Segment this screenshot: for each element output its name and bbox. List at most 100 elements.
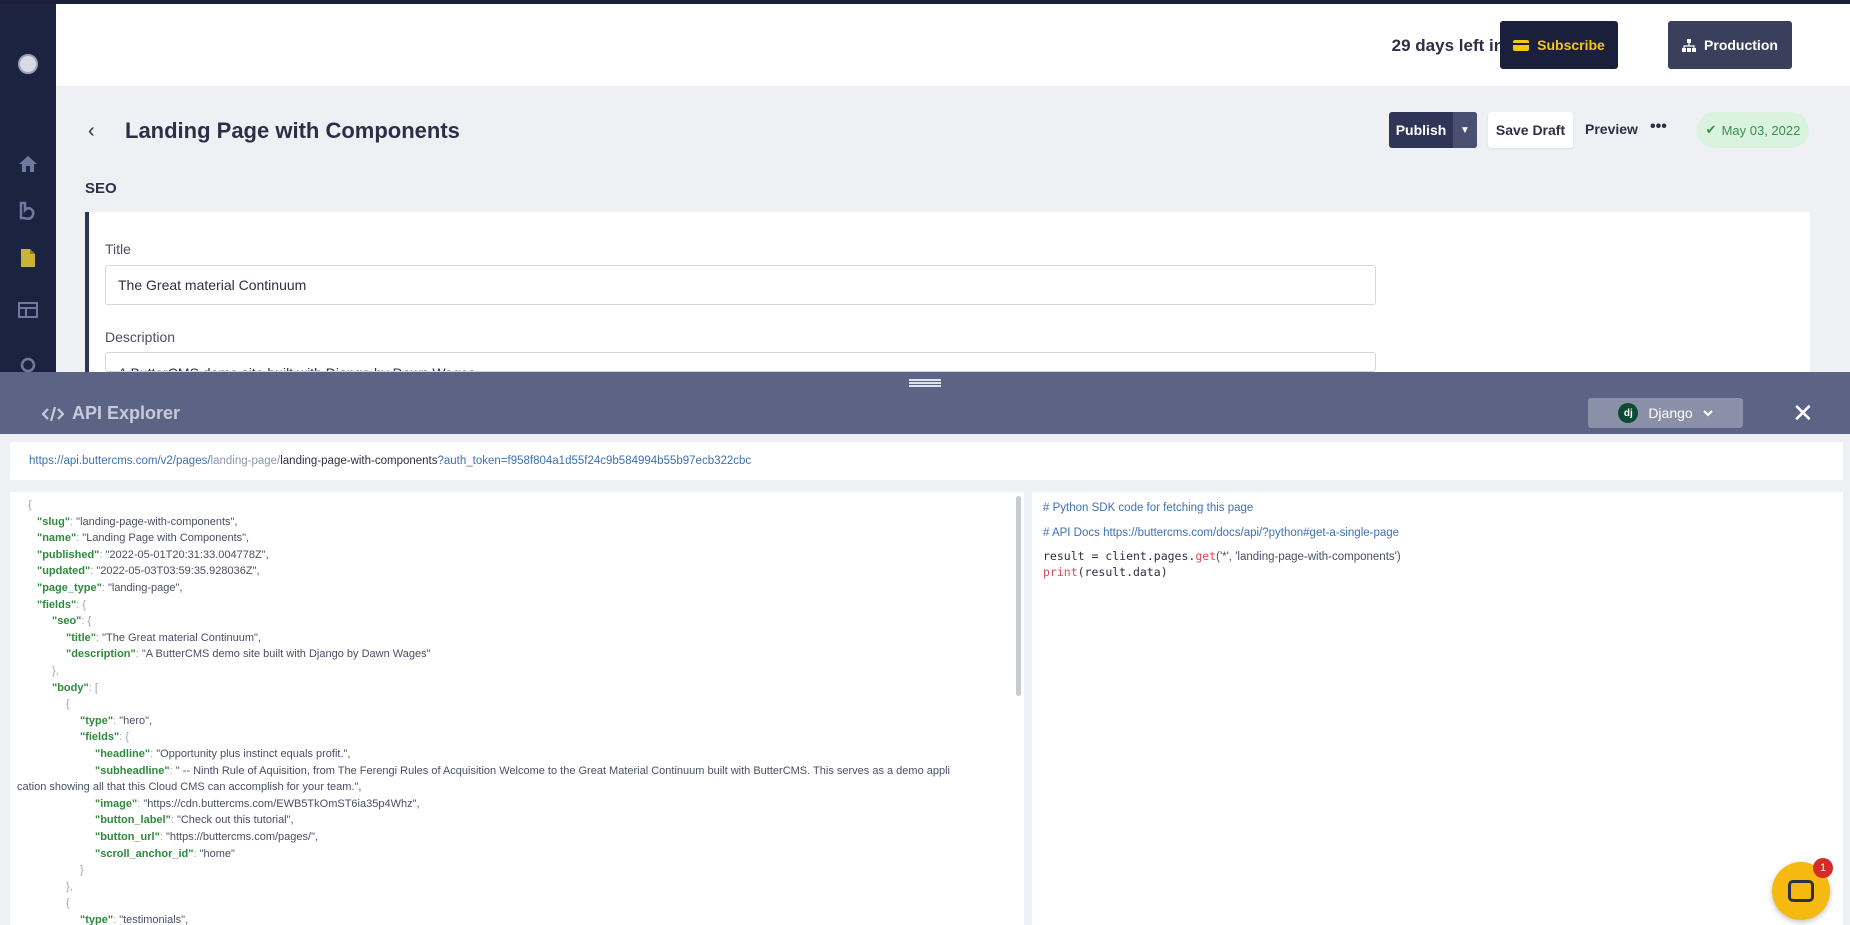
json-value: "2022-05-01T20:31:33.004778Z", bbox=[105, 548, 269, 561]
subscribe-label: Subscribe bbox=[1537, 37, 1605, 53]
close-icon[interactable]: ✕ bbox=[1792, 400, 1814, 426]
json-value: " -- Ninth Rule of Aquisition, from The … bbox=[175, 764, 950, 777]
code-line: print(result.data) bbox=[1043, 565, 1168, 579]
drag-grip-icon bbox=[909, 379, 941, 387]
json-key: "page_type" bbox=[37, 582, 102, 594]
url-query: ?auth_token=f958f804a1d55f24c9b584994b55… bbox=[437, 455, 752, 467]
save-draft-button[interactable]: Save Draft bbox=[1488, 112, 1573, 148]
django-logo-icon: dj bbox=[1618, 403, 1639, 423]
json-value: "https://buttercms.com/pages/", bbox=[165, 831, 319, 843]
title-field[interactable]: The Great material Continuum bbox=[105, 265, 1376, 305]
json-key: "fields" bbox=[37, 598, 77, 611]
api-url[interactable]: https://api.buttercms.com/v2/pages/ land… bbox=[10, 442, 1843, 480]
api-explorer-title-text: API Explorer bbox=[72, 403, 181, 423]
publish-button[interactable]: Publish ▼ bbox=[1389, 112, 1477, 148]
json-line: "image": "https://cdn.buttercms.com/EWB5… bbox=[95, 798, 420, 810]
json-value: "testimonials", bbox=[119, 914, 189, 925]
json-line: "body": [ bbox=[52, 682, 98, 694]
json-line: "subheadline": " -- Ninth Rule of Aquisi… bbox=[95, 765, 950, 777]
json-line: "button_url": "https://buttercms.com/pag… bbox=[95, 831, 318, 843]
api-explorer-header: API Explorer dj Django ✕ bbox=[0, 394, 1850, 434]
json-line: "fields": { bbox=[37, 599, 86, 611]
checkmark-icon: ✔ bbox=[1705, 122, 1717, 137]
json-key: "updated" bbox=[37, 565, 91, 578]
json-value: { bbox=[66, 897, 70, 910]
title-field-label: Title bbox=[105, 241, 131, 257]
top-header: 29 days left in trial Subscribe Producti… bbox=[56, 4, 1850, 86]
json-line: { bbox=[28, 499, 32, 511]
more-options-icon[interactable]: ••• bbox=[1650, 118, 1667, 136]
json-line: "page_type": "landing-page", bbox=[37, 582, 182, 594]
json-key: "fields" bbox=[80, 731, 120, 744]
url-base: https://api.buttercms.com/v2/pages/ bbox=[29, 455, 211, 467]
seo-card: Title The Great material Continuum Descr… bbox=[85, 212, 1810, 372]
chevron-down-icon[interactable]: ▼ bbox=[1453, 112, 1477, 148]
json-value: "hero", bbox=[119, 714, 153, 727]
json-value: "landing-page", bbox=[107, 582, 183, 594]
status-badge: ✔ May 03, 2022 bbox=[1697, 112, 1809, 148]
json-line: { bbox=[66, 698, 70, 710]
scrollbar[interactable] bbox=[1016, 496, 1021, 696]
json-key: "title" bbox=[66, 631, 96, 644]
json-line: { bbox=[66, 897, 70, 909]
code-function: print bbox=[1043, 565, 1078, 579]
json-value: "https://cdn.buttercms.com/EWB5TkOmST6ia… bbox=[143, 797, 420, 810]
chevron-down-icon bbox=[1702, 409, 1713, 416]
json-line: "headline": "Opportunity plus instinct e… bbox=[95, 748, 350, 760]
json-key: "scroll_anchor_id" bbox=[95, 847, 194, 860]
production-environment-button[interactable]: Production bbox=[1668, 21, 1792, 69]
code-snippet-pane[interactable]: # Python SDK code for fetching this page… bbox=[1032, 492, 1843, 925]
code-function: get bbox=[1195, 549, 1217, 563]
json-value: "A ButterCMS demo site built with Django… bbox=[141, 648, 431, 661]
back-icon[interactable]: ‹ bbox=[88, 120, 95, 143]
json-line: "seo": { bbox=[52, 615, 91, 627]
json-value: { bbox=[125, 731, 129, 744]
json-line: "name": "Landing Page with Components", bbox=[37, 532, 249, 544]
preview-button[interactable]: Preview bbox=[1585, 121, 1638, 137]
collections-icon[interactable] bbox=[16, 298, 40, 322]
json-value: "Check out this tutorial", bbox=[176, 814, 294, 827]
code-comment-docs[interactable]: # API Docs https://buttercms.com/docs/ap… bbox=[1043, 527, 1399, 539]
framework-label: Django bbox=[1648, 405, 1693, 421]
json-value: "Landing Page with Components", bbox=[82, 532, 250, 545]
description-field-label: Description bbox=[105, 329, 176, 345]
description-field[interactable]: A ButterCMS demo site built with Django … bbox=[105, 352, 1376, 372]
blog-icon[interactable] bbox=[16, 199, 40, 223]
json-value: { bbox=[66, 698, 70, 711]
chat-icon bbox=[1788, 880, 1814, 902]
json-line: "fields": { bbox=[80, 731, 129, 743]
code-args: ('*', 'landing-page-with-components') bbox=[1216, 551, 1401, 563]
production-label: Production bbox=[1704, 37, 1778, 53]
home-icon[interactable] bbox=[16, 152, 40, 176]
json-response-pane[interactable]: {"slug": "landing-page-with-components",… bbox=[10, 492, 1024, 925]
code-icon bbox=[42, 406, 64, 421]
json-line: "published": "2022-05-01T20:31:33.004778… bbox=[37, 549, 269, 561]
json-line: "updated": "2022-05-03T03:59:35.928036Z"… bbox=[37, 565, 260, 577]
status-date: May 03, 2022 bbox=[1721, 122, 1801, 138]
json-key: "description" bbox=[66, 648, 136, 661]
json-value: { bbox=[82, 598, 86, 611]
json-value: { bbox=[87, 615, 92, 628]
json-value: "Opportunity plus instinct equals profit… bbox=[156, 748, 351, 760]
code-line: result = client.pages.get('*', 'landing-… bbox=[1043, 549, 1401, 563]
json-key: "image" bbox=[95, 797, 138, 810]
json-line: cation showing all that this Cloud CMS c… bbox=[17, 781, 361, 793]
subscribe-button[interactable]: Subscribe bbox=[1500, 21, 1618, 69]
json-line: "button_label": "Check out this tutorial… bbox=[95, 814, 294, 826]
code-args: (result.data) bbox=[1077, 565, 1168, 579]
json-line: "title": "The Great material Continuum", bbox=[66, 632, 261, 644]
json-line: "scroll_anchor_id": "home" bbox=[95, 848, 235, 860]
framework-select[interactable]: dj Django bbox=[1588, 398, 1743, 428]
pages-icon[interactable] bbox=[16, 246, 40, 270]
json-key: "name" bbox=[37, 532, 77, 545]
json-key: "button_label" bbox=[95, 814, 171, 827]
json-key: "published" bbox=[37, 548, 100, 561]
json-key: "button_url" bbox=[95, 831, 160, 843]
resize-handle[interactable] bbox=[0, 372, 1850, 394]
json-line: "type": "testimonials", bbox=[80, 914, 188, 925]
json-key: "type" bbox=[80, 914, 114, 925]
avatar[interactable] bbox=[18, 54, 38, 74]
json-value: cation showing all that this Cloud CMS c… bbox=[17, 781, 362, 794]
code-text: result = client.pages. bbox=[1043, 549, 1196, 563]
json-value: [ bbox=[94, 681, 98, 694]
